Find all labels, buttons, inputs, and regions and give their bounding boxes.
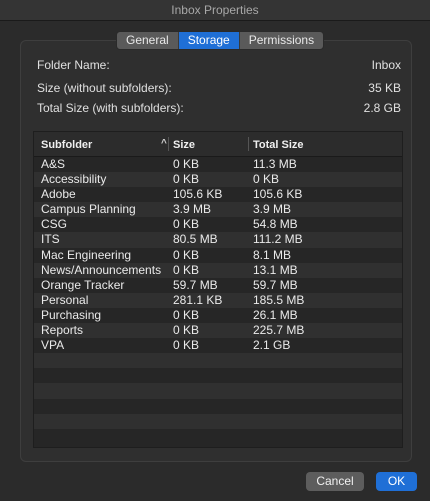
cell-total-size: 13.1 MB <box>253 262 298 277</box>
cell-size: 105.6 KB <box>173 187 223 202</box>
cell-subfolder: News/Announcements <box>41 262 162 277</box>
cell-total-size: 3.9 MB <box>253 202 292 217</box>
size-row: Size (without subfolders): 35 KB <box>37 81 401 95</box>
cell-subfolder: A&S <box>41 157 66 171</box>
column-divider[interactable] <box>248 137 249 151</box>
cell-size: 59.7 MB <box>173 277 218 292</box>
cell-subfolder: Campus Planning <box>41 202 136 217</box>
table-header: Subfolder ^ Size Total Size <box>34 132 402 157</box>
total-size-row: Total Size (with subfolders): 2.8 GB <box>37 101 401 115</box>
tab-storage[interactable]: Storage <box>178 32 240 49</box>
table-row[interactable]: Personal 281.1 KB 185.5 MB <box>34 292 402 308</box>
cell-subfolder: Adobe <box>41 187 76 202</box>
column-header-total-size[interactable]: Total Size <box>253 139 304 151</box>
cell-total-size: 11.3 MB <box>253 157 297 171</box>
cell-total-size: 59.7 MB <box>253 277 298 292</box>
cell-total-size: 2.1 GB <box>253 338 291 353</box>
table-row[interactable]: CSG 0 KB 54.8 MB <box>34 217 402 233</box>
cell-total-size: 54.8 MB <box>253 217 298 232</box>
cell-subfolder: ITS <box>41 232 60 247</box>
folder-name-value: Inbox <box>371 58 401 72</box>
empty-table-row[interactable] <box>34 428 402 444</box>
cell-size: 0 KB <box>173 217 200 232</box>
cell-subfolder: CSG <box>41 217 68 232</box>
cell-total-size: 225.7 MB <box>253 323 305 338</box>
table-row[interactable]: Campus Planning 3.9 MB 3.9 MB <box>34 202 402 218</box>
cell-subfolder: Purchasing <box>41 307 102 322</box>
cell-subfolder: Orange Tracker <box>41 277 125 292</box>
tab-bar: General Storage Permissions <box>116 31 325 50</box>
cell-size: 0 KB <box>173 262 200 277</box>
cell-total-size: 0 KB <box>253 172 280 187</box>
title-bar: Inbox Properties <box>0 0 430 21</box>
cell-size: 281.1 KB <box>173 292 223 307</box>
cell-total-size: 26.1 MB <box>253 307 298 322</box>
cell-subfolder: Reports <box>41 323 84 338</box>
size-value: 35 KB <box>368 81 401 95</box>
cancel-button[interactable]: Cancel <box>306 472 364 491</box>
total-size-value: 2.8 GB <box>363 101 401 115</box>
table-body: A&S 0 KB 11.3 MB Accessibility 0 KB 0 KB Adobe… <box>34 157 402 444</box>
cell-total-size: 105.6 KB <box>253 187 303 202</box>
table-row[interactable]: VPA 0 KB 2.1 GB <box>34 338 402 354</box>
folder-name-row: Folder Name: Inbox <box>37 58 401 72</box>
table-row[interactable]: Purchasing 0 KB 26.1 MB <box>34 307 402 324</box>
subfolder-table[interactable]: Subfolder ^ Size Total Size A&S 0 KB 11.3 … <box>33 131 403 448</box>
table-row[interactable]: Orange Tracker 59.7 MB 59.7 MB <box>34 277 402 293</box>
column-header-subfolder[interactable]: Subfolder <box>41 139 92 151</box>
cell-subfolder: Personal <box>41 292 89 307</box>
tab-permissions[interactable]: Permissions <box>240 32 323 49</box>
folder-name-label: Folder Name: <box>37 58 110 72</box>
empty-table-row[interactable] <box>34 383 402 399</box>
table-row[interactable]: Adobe 105.6 KB 105.6 KB <box>34 187 402 203</box>
table-row[interactable]: Reports 0 KB 225.7 MB <box>34 323 402 339</box>
cell-size: 0 KB <box>173 307 200 322</box>
table-row[interactable]: Accessibility 0 KB 0 KB <box>34 172 402 188</box>
size-label: Size (without subfolders): <box>37 81 172 95</box>
tab-general[interactable]: General <box>117 32 179 49</box>
cell-size: 0 KB <box>173 247 200 262</box>
cell-size: 0 KB <box>173 172 200 187</box>
sort-ascending-icon[interactable]: ^ <box>161 138 167 149</box>
column-divider[interactable] <box>168 137 169 151</box>
total-size-label: Total Size (with subfolders): <box>37 101 184 115</box>
window-title: Inbox Properties <box>171 3 259 17</box>
ok-button[interactable]: OK <box>376 472 417 491</box>
cell-size: 3.9 MB <box>173 202 212 217</box>
cell-total-size: 185.5 MB <box>253 292 305 307</box>
table-row[interactable]: Mac Engineering 0 KB 8.1 MB <box>34 247 402 263</box>
empty-table-row[interactable] <box>34 353 402 369</box>
cell-subfolder: Mac Engineering <box>41 247 132 262</box>
cell-total-size: 111.2 MB <box>253 232 303 247</box>
table-row[interactable]: News/Announcements 0 KB 13.1 MB <box>34 262 402 278</box>
empty-table-row[interactable] <box>34 368 402 384</box>
cell-size: 0 KB <box>173 323 200 338</box>
cell-subfolder: VPA <box>41 338 65 353</box>
table-row[interactable]: A&S 0 KB 11.3 MB <box>34 157 402 173</box>
cell-size: 80.5 MB <box>173 232 218 247</box>
cell-size: 0 KB <box>173 157 200 171</box>
cell-subfolder: Accessibility <box>41 172 107 187</box>
cell-total-size: 8.1 MB <box>253 247 292 262</box>
column-header-size[interactable]: Size <box>173 139 195 151</box>
empty-table-row[interactable] <box>34 398 402 414</box>
empty-table-row[interactable] <box>34 413 402 429</box>
table-row[interactable]: ITS 80.5 MB 111.2 MB <box>34 232 402 248</box>
cell-size: 0 KB <box>173 338 200 353</box>
